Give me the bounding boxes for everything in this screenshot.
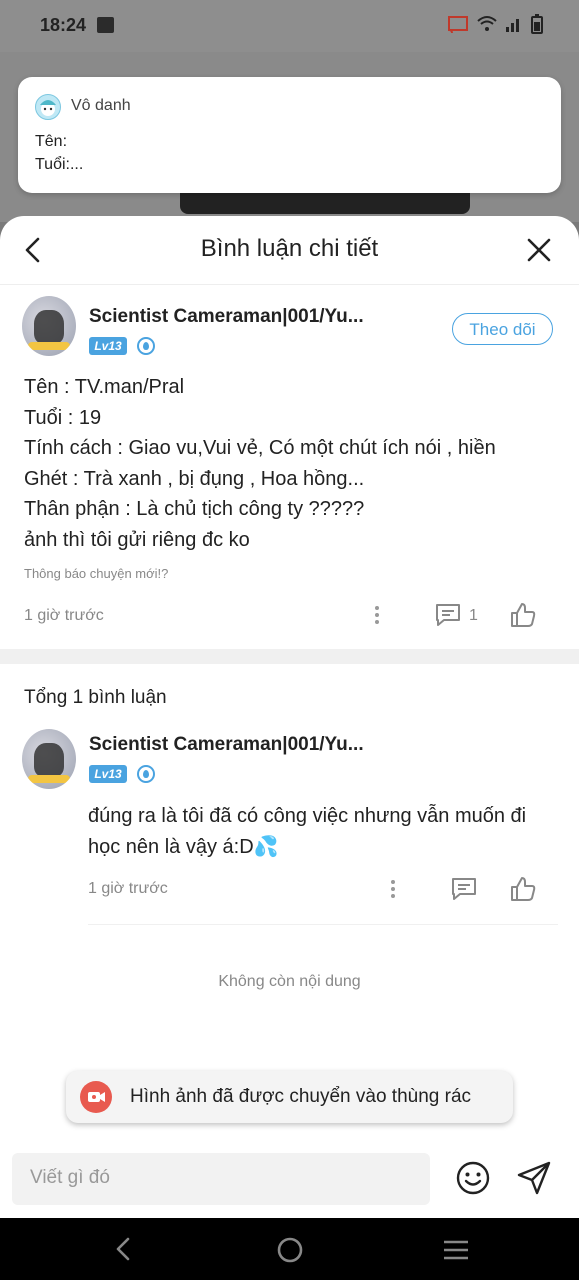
sender-avatar: [35, 94, 61, 120]
follow-button[interactable]: Theo dõi: [452, 313, 553, 345]
comment-count: 1: [469, 607, 478, 624]
comment-timestamp: 1 giờ trước: [88, 880, 168, 897]
like-icon[interactable]: [510, 876, 536, 902]
comment-detail-sheet: Bình luận chi tiết Scientist Cameraman|0…: [0, 216, 579, 1218]
background-image: [180, 192, 470, 214]
post-topic-hint[interactable]: Thông báo chuyện mới!?: [24, 566, 168, 581]
system-navigation-bar: [0, 1218, 579, 1280]
comment-text: đúng ra là tôi đã có công việc nhưng vẫn…: [88, 805, 527, 858]
post-line: Thân phận : Là chủ tịch công ty ?????: [24, 498, 365, 521]
comment-total-label: Tổng 1 bình luận: [24, 687, 167, 708]
comment-author-avatar[interactable]: [22, 729, 76, 789]
post-line: Tên : TV.man/Pral: [24, 376, 185, 398]
cast-icon: [448, 16, 468, 34]
post-line: ảnh thì tôi gửi riêng đc ko: [24, 528, 250, 551]
post-line: Tính cách : Giao vu,Vui vẻ, Có một chút …: [24, 437, 496, 460]
trash-video-icon: [80, 1081, 112, 1113]
status-bar: 18:24: [0, 0, 579, 52]
signal-icon: [506, 19, 519, 32]
reply-icon[interactable]: [451, 877, 477, 901]
status-time: 18:24: [40, 15, 87, 35]
post-author-name[interactable]: Scientist Cameraman|001/Yu...: [89, 306, 364, 328]
notification-line-1: Tên:: [35, 133, 68, 150]
battery-icon: [531, 14, 543, 34]
send-icon[interactable]: [516, 1160, 552, 1196]
wifi-icon: [477, 16, 497, 31]
toast-text: Hình ảnh đã được chuyển vào thùng rác: [130, 1086, 472, 1107]
notification-line-2: Tuổi:...: [35, 156, 84, 173]
emoji-icon[interactable]: [455, 1160, 491, 1196]
comment-level-badge: Lv13: [89, 765, 127, 783]
nav-back-icon[interactable]: [114, 1237, 132, 1261]
post-level-badge: Lv13: [89, 337, 127, 355]
no-more-content: Không còn nội dung: [218, 973, 361, 990]
comment-divider: [88, 924, 558, 925]
nav-home-icon[interactable]: [276, 1236, 304, 1264]
status-icons: [447, 14, 543, 34]
post-line: Tuổi : 19: [24, 406, 102, 429]
post-content: Tên : TV.man/Pral Tuổi : 19 Tính cách : …: [24, 372, 496, 556]
comment-author-name[interactable]: Scientist Cameraman|001/Yu...: [89, 734, 364, 756]
sheet-title: Bình luận chi tiết: [200, 235, 379, 262]
post-line: Ghét : Trà xanh , bị đụng , Hoa hồng...: [24, 467, 365, 490]
nav-recents-icon[interactable]: [442, 1238, 470, 1262]
toast-message: Hình ảnh đã được chuyển vào thùng rác: [66, 1071, 513, 1123]
water-drop-badge-icon: [137, 337, 155, 355]
like-icon[interactable]: [510, 602, 536, 628]
comment-input[interactable]: Viết gì đó: [12, 1153, 430, 1205]
post-author-avatar[interactable]: [22, 296, 76, 356]
notification-card[interactable]: Vô danh Tên: Tuổi:...: [18, 77, 561, 193]
close-icon[interactable]: [527, 238, 551, 262]
section-divider: [0, 649, 579, 664]
more-options-icon[interactable]: [375, 606, 379, 627]
post-timestamp: 1 giờ trước: [24, 607, 104, 624]
water-drop-badge-icon: [137, 765, 155, 783]
notification-sender: Vô danh: [71, 97, 131, 114]
comment-input-placeholder: Viết gì đó: [30, 1167, 110, 1188]
mail-notification-icon: [97, 17, 114, 33]
comment-icon[interactable]: [435, 603, 461, 627]
sheet-header: Bình luận chi tiết: [0, 216, 579, 285]
more-options-icon[interactable]: [391, 880, 395, 901]
